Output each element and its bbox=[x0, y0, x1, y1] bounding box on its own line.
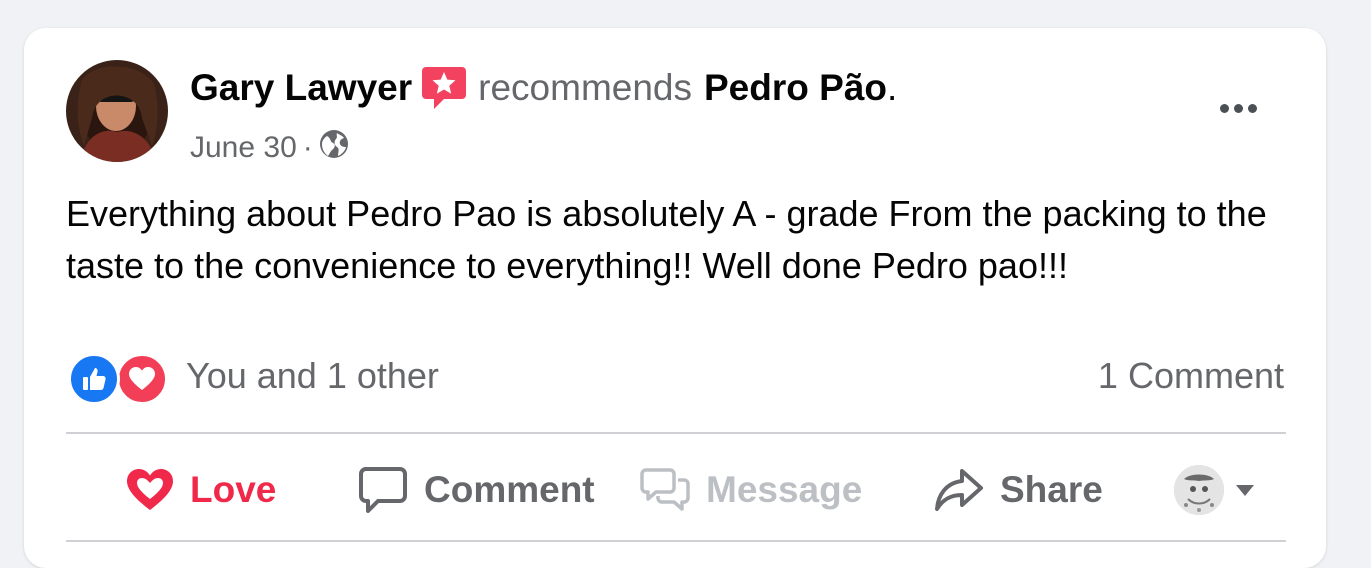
page-name-link[interactable]: Pedro Pão bbox=[704, 67, 887, 109]
recommends-label: recommends bbox=[478, 67, 692, 108]
reactions-summary[interactable]: You and 1 other bbox=[66, 350, 439, 405]
meta-separator: · bbox=[302, 131, 313, 164]
chevron-down-icon bbox=[1236, 484, 1254, 496]
message-bubbles-icon bbox=[640, 468, 690, 511]
post-header: Gary Lawyer recommends Pedro Pão . bbox=[190, 64, 897, 112]
author-avatar[interactable] bbox=[66, 60, 168, 162]
love-button[interactable]: Love bbox=[126, 462, 276, 518]
action-bar: Love Comment Message Share bbox=[66, 434, 1286, 538]
profile-avatar-icon bbox=[1174, 465, 1224, 515]
page-name-suffix: . bbox=[887, 67, 898, 108]
post-body: Everything about Pedro Pao is absolutely… bbox=[66, 193, 1267, 286]
message-button[interactable]: Message bbox=[640, 462, 862, 518]
recommendation-icon bbox=[422, 65, 467, 111]
author-name[interactable]: Gary Lawyer bbox=[190, 67, 412, 109]
divider bbox=[66, 540, 1286, 542]
comment-count[interactable]: 1 Comment bbox=[1098, 350, 1284, 402]
dot-icon bbox=[1247, 103, 1257, 113]
comment-button[interactable]: Comment bbox=[358, 462, 595, 518]
share-label: Share bbox=[1000, 469, 1103, 510]
share-button[interactable]: Share bbox=[934, 462, 1103, 518]
dot-icon bbox=[1233, 103, 1243, 113]
post-date[interactable]: June 30 bbox=[190, 131, 297, 165]
share-arrow-icon bbox=[935, 469, 983, 511]
message-label: Message bbox=[706, 469, 863, 510]
love-reaction-icon bbox=[116, 353, 168, 405]
reactions-text[interactable]: You and 1 other bbox=[186, 355, 439, 397]
post-meta: June 30 · bbox=[190, 128, 349, 168]
reaction-identity-selector[interactable] bbox=[1174, 462, 1254, 518]
comment-label: Comment bbox=[424, 469, 595, 510]
more-options-button[interactable] bbox=[1210, 90, 1266, 126]
globe-icon[interactable] bbox=[319, 129, 349, 167]
like-reaction-icon bbox=[68, 353, 120, 405]
heart-icon bbox=[127, 469, 173, 510]
reaction-icons bbox=[66, 350, 168, 405]
dot-icon bbox=[1219, 103, 1229, 113]
comment-bubble-icon bbox=[359, 467, 407, 513]
post-card: Gary Lawyer recommends Pedro Pão . June … bbox=[24, 28, 1326, 568]
love-label: Love bbox=[190, 469, 277, 510]
